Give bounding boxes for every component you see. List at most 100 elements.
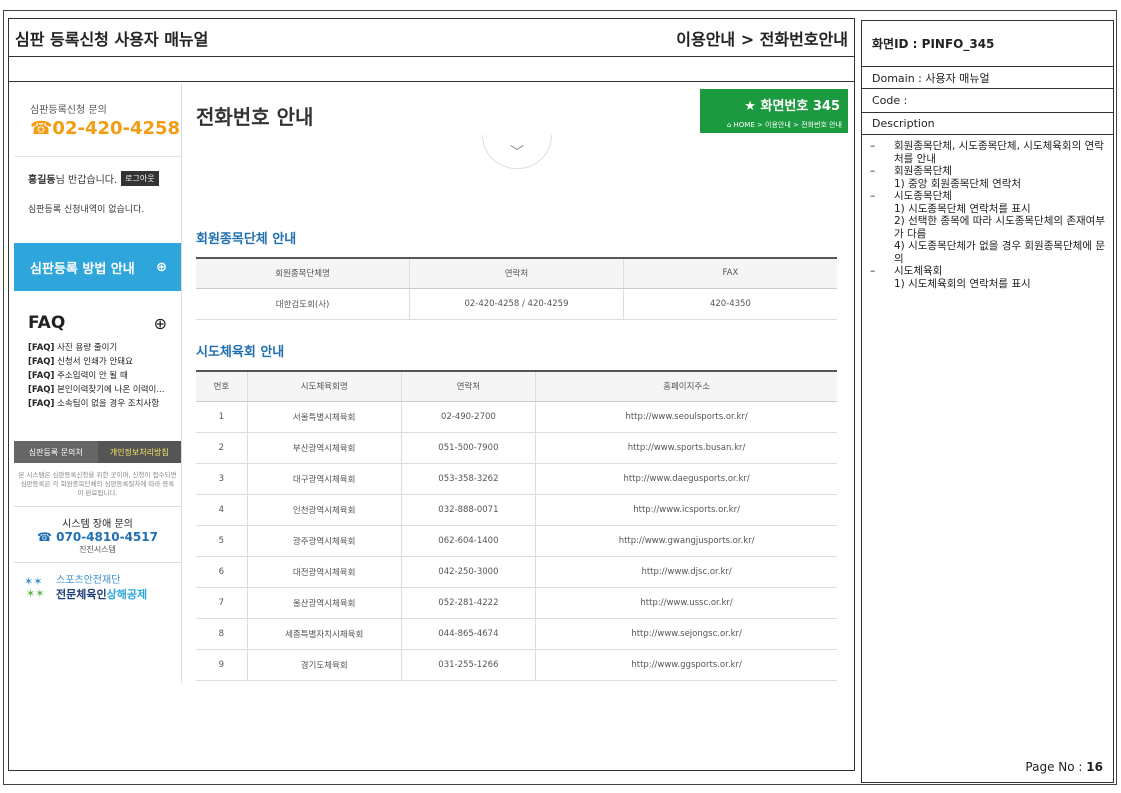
table-cell[interactable]: http://www.icsports.or.kr/ xyxy=(535,494,837,526)
table-cell: 경기도체육회 xyxy=(247,649,402,681)
table-header: 홈페이지주소 xyxy=(535,371,837,402)
table-row: 3 대구광역시체육회 053-358-3262 http://www.daeguspo… xyxy=(196,463,837,495)
table-cell: 부산광역시체육회 xyxy=(247,432,402,464)
table-cell: 7 xyxy=(196,587,248,619)
system-company: 진진시스템 xyxy=(79,545,116,554)
guide-button[interactable]: 심판등록 방법 안내 ⊕ xyxy=(14,243,181,291)
faq-item[interactable]: [FAQ] 본인이력찾기에 나온 이력이... xyxy=(28,383,181,397)
table-cell: 인천광역시체육회 xyxy=(247,494,402,526)
screen-id: 화면ID : PINFO_345 xyxy=(862,21,1113,67)
table-cell: 대전광역시체육회 xyxy=(247,556,402,588)
system-contact: 시스템 장애 문의 ☎ 070-4810-4517 진진시스템 xyxy=(14,507,181,563)
table-cell[interactable]: http://www.gwangjusports.or.kr/ xyxy=(535,525,837,557)
faq-title: FAQ xyxy=(28,313,66,333)
table-cell[interactable]: http://www.ggsports.or.kr/ xyxy=(535,649,837,681)
table-cell: 6 xyxy=(196,556,248,588)
tab-contact[interactable]: 심판등록 문의처 xyxy=(14,441,98,463)
table-cell: 5 xyxy=(196,525,248,557)
faq-box: FAQ ⊕ [FAQ] 사진 용량 줄이기 [FAQ] 신청서 인쇄가 안돼요 [FA… xyxy=(14,291,181,441)
contact-label: 심판등록신청 문의 xyxy=(30,105,107,116)
table-cell[interactable]: http://www.sejongsc.or.kr/ xyxy=(535,618,837,650)
description-label: Description xyxy=(862,113,1113,135)
screen-number: ★ 화면번호 345 xyxy=(744,99,840,114)
table-cell: 세종특별자치시체육회 xyxy=(247,618,402,650)
table-cell: 031-255-1266 xyxy=(401,649,537,681)
sidebar: 심판등록신청 문의 ☎02-420-4258 홍길동님 반갑습니다. 로그아웃 … xyxy=(14,83,182,683)
table-header: 시도체육회명 xyxy=(247,371,402,402)
logout-button[interactable]: 로그아웃 xyxy=(121,171,159,186)
table-row: 4 인천광역시체육회 032-888-0071 http://www.icsports… xyxy=(196,494,837,526)
breadcrumb: ⌂ HOME > 이용안내 > 전화번호 안내 xyxy=(726,121,842,129)
table-cell: 서울특별시체육회 xyxy=(247,401,402,433)
table-cell: 대한검도회(사) xyxy=(196,288,411,320)
table-cell: 042-250-3000 xyxy=(401,556,537,588)
home-icon: ⌂ xyxy=(726,121,734,129)
no-request-text: 심판등록 신청내역이 없습니다. xyxy=(28,205,145,215)
faq-item[interactable]: [FAQ] 소속팀이 없을 경우 조치사항 xyxy=(28,397,181,411)
table-cell: 광주광역시체육회 xyxy=(247,525,402,557)
manual-title: 심판 등록신청 사용자 매뉴얼 xyxy=(15,29,209,49)
faq-more-icon[interactable]: ⊕ xyxy=(154,314,167,333)
table-row: 6 대전광역시체육회 042-250-3000 http://www.djsc.or.… xyxy=(196,556,837,588)
table-row: 1 서울특별시체육회 02-490-2700 http://www.seoulspor… xyxy=(196,401,837,433)
user-name: 홍길동 xyxy=(28,175,56,186)
table-cell: 8 xyxy=(196,618,248,650)
section-member-title: 회원종목단체 안내 xyxy=(196,232,297,247)
table-cell: 1 xyxy=(196,401,248,433)
footer-tabs: 심판등록 문의처 개인정보처리방침 xyxy=(14,441,181,463)
table-cell: 044-865-4674 xyxy=(401,618,537,650)
table-cell[interactable]: http://www.djsc.or.kr/ xyxy=(535,556,837,588)
table-cell: 051-500-7900 xyxy=(401,432,537,464)
user-greeting: 홍길동님 반갑습니다. 로그아웃 xyxy=(28,171,181,186)
section-city-title: 시도체육회 안내 xyxy=(196,345,285,360)
faq-item[interactable]: [FAQ] 신청서 인쇄가 안돼요 xyxy=(28,355,181,369)
table-cell[interactable]: http://www.sports.busan.kr/ xyxy=(535,432,837,464)
table-row: 8 세종특별자치시체육회 044-865-4674 http://www.sejong… xyxy=(196,618,837,650)
table-header: 회원종목단체명 xyxy=(196,258,411,289)
screen-path: 이용안내 > 전화번호안내 xyxy=(676,29,848,49)
logo-line1: 스포츠안전재단 xyxy=(56,575,121,586)
info-panel: 화면ID : PINFO_345 Domain : 사용자 매뉴얼 Code :… xyxy=(861,20,1114,783)
content-area: 전화번호 안내 ★ 화면번호 345 ⌂ HOME > 이용안내 > 전화번호 … xyxy=(182,83,848,683)
svg-text:✶✶: ✶✶ xyxy=(26,587,44,600)
table-cell: 052-281-4222 xyxy=(401,587,537,619)
notice-text: 본 시스템은 심판등록신청을 위한 곳이며, 신청이 접수되면 심판등록은 각 … xyxy=(14,463,181,507)
description-item: – 회원종목단체 1) 중앙 회원종목단체 연락처 xyxy=(870,165,1022,190)
phone-icon: ☎ xyxy=(37,530,57,544)
screenshot-area: 심판등록신청 문의 ☎02-420-4258 홍길동님 반갑습니다. 로그아웃 … xyxy=(14,83,848,683)
table-cell: 4 xyxy=(196,494,248,526)
sub-bar xyxy=(9,57,854,82)
table-row: 5 광주광역시체육회 062-604-1400 http://www.gwangjus… xyxy=(196,525,837,557)
table-cell[interactable]: http://www.daegusports.or.kr/ xyxy=(535,463,837,495)
system-phone: ☎ 070-4810-4517 xyxy=(37,530,158,544)
table-cell[interactable]: http://www.seoulsports.or.kr/ xyxy=(535,401,837,433)
domain-row: Domain : 사용자 매뉴얼 xyxy=(862,67,1113,89)
table-cell: 02-420-4258 / 420-4259 xyxy=(409,288,624,320)
table-cell: 02-490-2700 xyxy=(401,401,537,433)
phone-icon: ☎ xyxy=(30,118,53,139)
table-cell: 9 xyxy=(196,649,248,681)
description-body: – 회원종목단체, 시도종목단체, 시도체육회의 연락처를 안내 – 회원종목단체 1… xyxy=(862,135,1113,290)
tab-privacy[interactable]: 개인정보처리방침 xyxy=(97,441,181,463)
faq-item[interactable]: [FAQ] 사진 용량 줄이기 xyxy=(28,341,181,355)
table-header: FAX xyxy=(623,258,837,289)
foundation-logo[interactable]: ✶✶ ✶✶ 스포츠안전재단 전문체육인상해공제 xyxy=(14,563,181,602)
collapse-toggle[interactable]: ﹀ xyxy=(482,135,552,169)
description-item: – 시도종목단체 1) 시도종목단체 연락처를 표시 2) 선택한 종목에 따라 … xyxy=(870,190,1106,265)
table-row: 9 경기도체육회 031-255-1266 http://www.ggsports.o… xyxy=(196,649,837,681)
table-row: 2 부산광역시체육회 051-500-7900 http://www.sports.b… xyxy=(196,432,837,464)
title-bar: 심판 등록신청 사용자 매뉴얼 이용안내 > 전화번호안내 xyxy=(9,19,854,57)
page-number: Page No : 16 xyxy=(1025,760,1103,774)
table-row: 7 울산광역시체육회 052-281-4222 http://www.ussc.or.… xyxy=(196,587,837,619)
table-cell[interactable]: http://www.ussc.or.kr/ xyxy=(535,587,837,619)
plus-circle-icon: ⊕ xyxy=(156,259,167,275)
faq-item[interactable]: [FAQ] 주소입력이 안 될 때 xyxy=(28,369,181,383)
table-cell: 3 xyxy=(196,463,248,495)
city-org-table: 번호 시도체육회명 연락처 홈페이지주소 1 서울특별시체육회 02-490-2700 ht… xyxy=(196,370,837,681)
member-org-table: 회원종목단체명 연락처 FAX 대한검도회(사) 02-420-4258 / 420-… xyxy=(196,257,837,320)
table-cell: 053-358-3262 xyxy=(401,463,537,495)
contact-phone: ☎02-420-4258 xyxy=(30,118,181,139)
table-header: 연락처 xyxy=(401,371,537,402)
contact-box: 심판등록신청 문의 ☎02-420-4258 xyxy=(14,83,181,157)
table-header: 연락처 xyxy=(409,258,624,289)
